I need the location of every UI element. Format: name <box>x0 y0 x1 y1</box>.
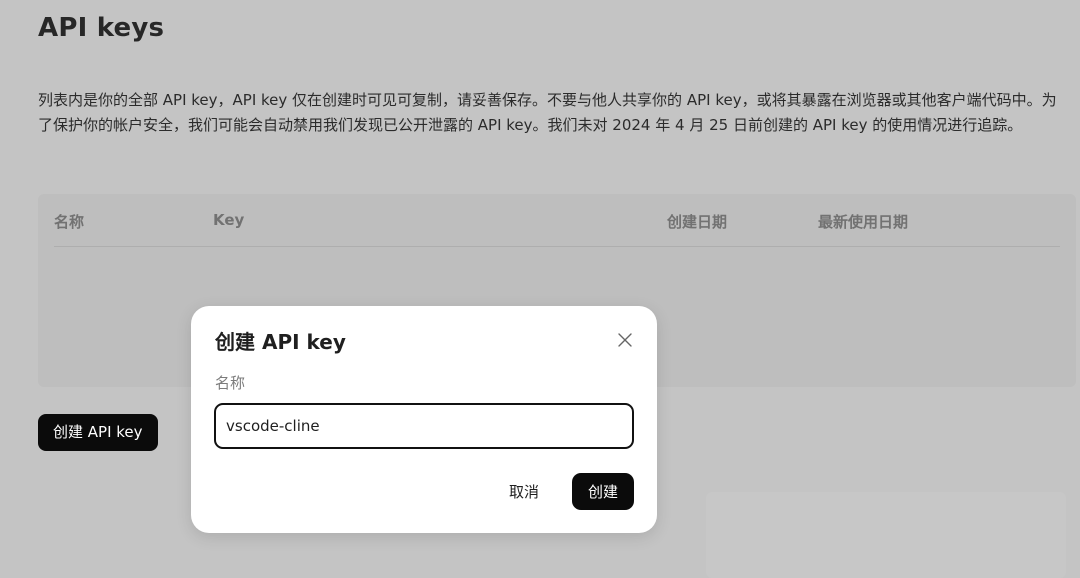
table-header: 名称 Key 创建日期 最新使用日期 <box>54 194 1060 247</box>
api-keys-page: API keys 列表内是你的全部 API key，API key 仅在创建时可… <box>0 0 1080 578</box>
name-field-label: 名称 <box>215 374 246 392</box>
modal-title: 创建 API key <box>215 330 346 354</box>
create-api-key-modal: 创建 API key 名称 取消 创建 <box>191 306 657 533</box>
column-header-key: Key <box>213 211 245 229</box>
page-description: 列表内是你的全部 API key，API key 仅在创建时可见可复制，请妥善保… <box>38 91 1057 134</box>
create-button[interactable]: 创建 <box>572 473 634 510</box>
close-icon[interactable] <box>617 332 633 348</box>
column-header-created: 创建日期 <box>667 213 728 231</box>
column-header-name: 名称 <box>54 213 85 231</box>
column-header-last-used: 最新使用日期 <box>818 213 909 231</box>
cancel-button[interactable]: 取消 <box>497 473 551 510</box>
name-input[interactable] <box>214 403 634 449</box>
page-title: API keys <box>38 13 165 43</box>
create-api-key-button[interactable]: 创建 API key <box>38 414 158 451</box>
background-panel <box>706 492 1066 578</box>
